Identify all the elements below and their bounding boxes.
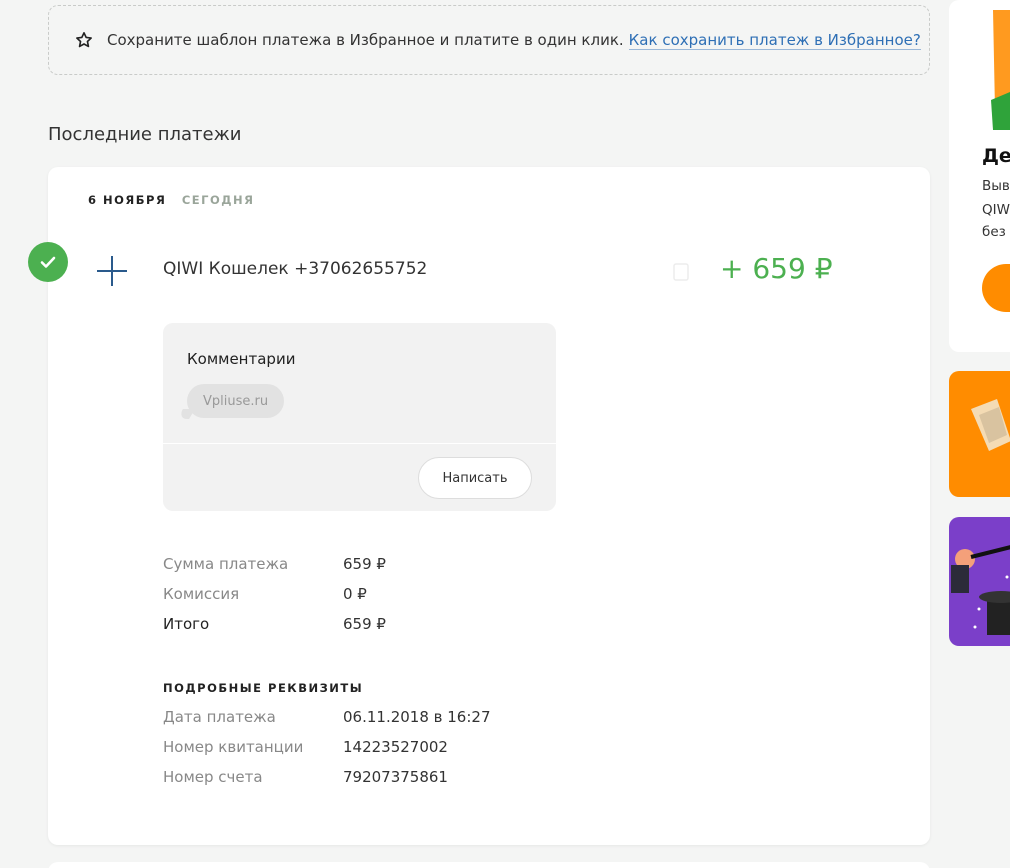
promo-line: QIW [982, 202, 1010, 218]
date-row: 6 ноября сегодня [88, 193, 254, 207]
payment-amount: + 659 ₽ [720, 252, 833, 285]
details-label: Дата платежа [163, 708, 276, 726]
summary-label: Комиссия [163, 585, 240, 603]
write-comment-button[interactable]: Написать [418, 457, 532, 499]
check-circle-icon [28, 242, 68, 282]
plus-icon [97, 256, 127, 286]
banner-text: Сохраните шаблон платежа в Избранное и п… [107, 31, 624, 49]
details-value: 79207375861 [343, 768, 448, 786]
details-title: ПОДРОБНЫЕ РЕКВИЗИТЫ [163, 681, 364, 695]
promo-heading: Де [982, 145, 1010, 167]
promo-banner-purple[interactable] [949, 517, 1010, 646]
details-label: Номер квитанции [163, 738, 304, 756]
details-value: 14223527002 [343, 738, 448, 756]
comments-divider [163, 443, 556, 444]
promo-button[interactable] [982, 264, 1010, 312]
copy-icon[interactable] [672, 262, 692, 282]
next-card [48, 862, 930, 868]
summary-value: 659 ₽ [343, 555, 386, 573]
comments-panel: Комментарии Vpliuse.ru Написать [163, 323, 556, 511]
promo-line: без [982, 224, 1006, 240]
comment-bubble: Vpliuse.ru [187, 384, 285, 418]
details-label: Номер счета [163, 768, 263, 786]
promo-line: Выв [982, 178, 1010, 194]
comments-title: Комментарии [187, 350, 296, 368]
details-value: 06.11.2018 в 16:27 [343, 708, 491, 726]
summary-label: Сумма платежа [163, 555, 289, 573]
section-title: Последние платежи [48, 124, 242, 145]
today-label: сегодня [181, 193, 255, 207]
how-to-save-link[interactable]: Как сохранить платеж в Избранное? [628, 31, 921, 50]
summary-value: 659 ₽ [343, 615, 386, 633]
summary-value: 0 ₽ [343, 585, 367, 603]
summary-label: Итого [163, 615, 210, 633]
payee-name[interactable]: QIWI Кошелек +37062655752 [163, 259, 427, 279]
payment-date: 6 ноября [88, 193, 167, 207]
promo-logo-icon [991, 10, 1010, 130]
money-icon [971, 399, 1010, 451]
promo-card[interactable]: Де Выв QIW без [949, 0, 1010, 352]
magic-hat-icon [951, 545, 1010, 635]
promo-banner-orange[interactable] [949, 371, 1010, 497]
favorites-banner: Сохраните шаблон платежа в Избранное и п… [48, 5, 930, 75]
star-outline-icon [76, 32, 92, 48]
